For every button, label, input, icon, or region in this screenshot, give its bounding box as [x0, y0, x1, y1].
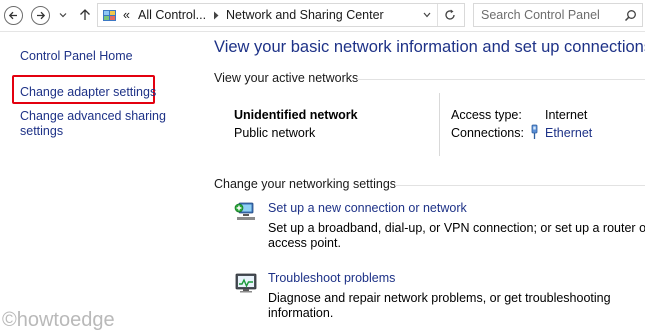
- setup-new-connection-link[interactable]: Set up a new connection or network: [268, 201, 467, 215]
- troubleshoot-description-line-2: information.: [268, 306, 334, 320]
- address-dropdown[interactable]: [422, 10, 432, 20]
- sidebar-item-label-line-2: settings: [20, 124, 64, 138]
- forward-arrow-icon: [37, 11, 46, 20]
- recent-locations-dropdown[interactable]: [58, 11, 68, 19]
- chevron-down-icon: [59, 13, 67, 18]
- navigation-bar: « All Control... Network and Sharing Cen…: [0, 0, 645, 32]
- network-type: Public network: [234, 126, 316, 140]
- breadcrumb-network-and-sharing-center[interactable]: Network and Sharing Center: [226, 8, 384, 22]
- chevron-down-icon: [423, 12, 431, 18]
- sidebar-item-change-adapter-settings[interactable]: Change adapter settings: [20, 85, 156, 100]
- connections-label: Connections:: [451, 126, 524, 140]
- search-placeholder: Search Control Panel: [481, 8, 600, 22]
- sidebar-item-control-panel-home[interactable]: Control Panel Home: [20, 49, 133, 64]
- sidebar-item-label-line-1: Change advanced sharing: [20, 109, 166, 123]
- watermark: ©howtoedge: [2, 309, 115, 331]
- breadcrumb-all-control-panel[interactable]: All Control...: [138, 8, 206, 22]
- page-title: View your basic network information and …: [214, 38, 645, 56]
- ethernet-icon: [529, 124, 540, 140]
- section-divider: [357, 79, 645, 80]
- ethernet-link[interactable]: Ethernet: [545, 126, 592, 140]
- setup-description-line-1: Set up a broadband, dial-up, or VPN conn…: [268, 221, 645, 235]
- search-icon[interactable]: [624, 9, 637, 22]
- address-divider: [437, 4, 438, 26]
- sidebar-item-change-advanced-sharing-settings[interactable]: Change advanced sharing settings: [20, 109, 166, 139]
- control-panel-icon: [102, 8, 117, 23]
- access-type-label: Access type:: [451, 108, 522, 122]
- breadcrumb-separator-icon[interactable]: [213, 11, 220, 20]
- up-arrow-icon: [80, 9, 90, 20]
- refresh-button[interactable]: [443, 8, 457, 22]
- setup-description-line-2: access point.: [268, 236, 341, 250]
- back-button[interactable]: [4, 6, 23, 25]
- address-overflow[interactable]: «: [123, 8, 130, 22]
- troubleshoot-icon: [234, 271, 258, 295]
- section-divider: [395, 185, 645, 186]
- access-type-value: Internet: [545, 108, 588, 122]
- refresh-icon: [445, 9, 455, 20]
- troubleshoot-description-line-1: Diagnose and repair network problems, or…: [268, 291, 611, 305]
- active-networks-heading: View your active networks: [214, 71, 359, 85]
- address-bar[interactable]: « All Control... Network and Sharing Cen…: [97, 3, 465, 27]
- network-name: Unidentified network: [234, 108, 358, 122]
- network-setup-icon: [234, 200, 258, 224]
- search-input[interactable]: Search Control Panel: [473, 3, 643, 27]
- troubleshoot-problems-link[interactable]: Troubleshoot problems: [268, 271, 395, 285]
- back-arrow-icon: [8, 11, 17, 20]
- up-button[interactable]: [78, 8, 92, 22]
- network-details-divider: [439, 93, 440, 156]
- change-settings-heading: Change your networking settings: [214, 177, 397, 191]
- forward-button[interactable]: [31, 6, 50, 25]
